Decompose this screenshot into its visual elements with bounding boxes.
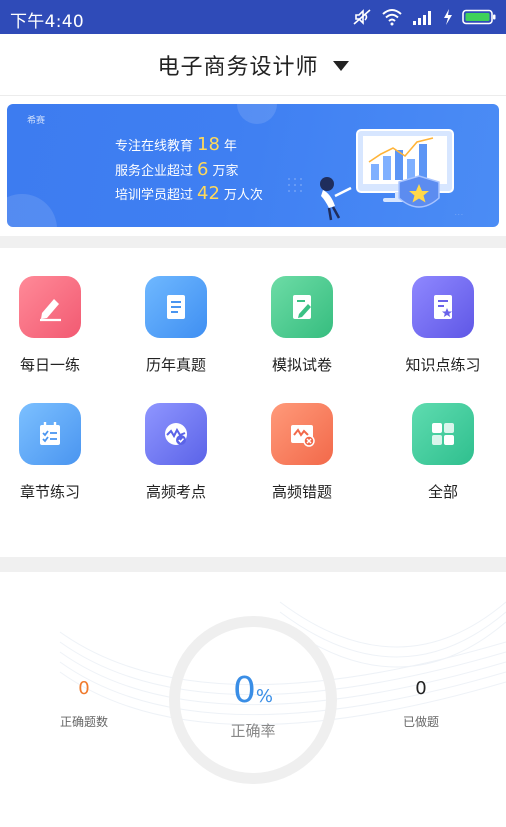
banner-illustration: · · ·	[288, 129, 463, 221]
section-divider	[0, 557, 506, 572]
menu-item-mock-exam[interactable]: 模拟试卷	[242, 250, 362, 374]
banner-line-2-prefix: 服务企业超过	[115, 164, 194, 179]
menu-item-label: 章节练习	[19, 483, 80, 501]
menu-item-label: 高频考点	[145, 483, 206, 501]
battery-icon	[462, 9, 496, 25]
menu-item-past-exams[interactable]: 历年真题	[116, 250, 236, 374]
banner-line-1-number: 18	[197, 134, 220, 155]
banner-line-1-prefix: 专注在线教育	[115, 139, 194, 154]
grid-icon[interactable]	[412, 403, 474, 465]
menu-item-label: 全部	[427, 483, 458, 501]
status-time: 下午4:40	[10, 12, 84, 32]
menu-item-label: 高频错题	[271, 483, 332, 501]
page-title[interactable]: 电子商务设计师	[157, 49, 318, 81]
banner-line-1: 专注在线教育 18 年	[115, 134, 237, 155]
accuracy-unit: %	[255, 686, 273, 707]
signal-icon	[412, 9, 434, 25]
promo-banner[interactable]: 希赛 专注在线教育18年 服务企业超过6万家 培训学员超过42万人次	[7, 104, 499, 227]
banner-brand: 希赛	[27, 116, 46, 126]
done-count-label: 已做题	[402, 715, 439, 729]
status-icons	[352, 8, 496, 26]
star-note-icon[interactable]	[412, 276, 474, 338]
banner-line-3: 培训学员超过 42 万人次	[115, 183, 263, 204]
subject-selector[interactable]: 电子商务设计师	[0, 49, 506, 81]
practice-menu: 每日一练 历年真题 模拟试卷 知识点练习 章节练习 高频考点 高频错题 全部	[0, 250, 506, 550]
banner-line-3-prefix: 培训学员超过	[115, 188, 194, 203]
wave-error-icon[interactable]	[271, 403, 333, 465]
banner-line-2: 服务企业超过 6 万家	[115, 159, 238, 180]
banner-line-3-suffix: 万人次	[223, 188, 263, 203]
banner-line-2-suffix: 万家	[212, 164, 239, 179]
wifi-icon	[381, 8, 403, 26]
menu-item-label: 模拟试卷	[271, 356, 332, 374]
menu-item-frequent-errors[interactable]: 高频错题	[242, 377, 362, 501]
mute-icon	[352, 8, 372, 26]
menu-item-frequent-points[interactable]: 高频考点	[116, 377, 236, 501]
menu-item-daily-practice[interactable]: 每日一练	[0, 250, 110, 374]
accuracy-number: 0	[232, 670, 256, 711]
pencil-icon[interactable]	[19, 276, 81, 338]
menu-item-chapter-practice[interactable]: 章节练习	[0, 377, 110, 501]
menu-item-label: 每日一练	[19, 356, 80, 374]
stats-panel: 0 正确题数 0% 正确率 0 已做题	[0, 572, 506, 827]
banner-line-3-number: 42	[197, 183, 220, 204]
wave-check-icon[interactable]	[145, 403, 207, 465]
done-count-block: 0 已做题	[361, 678, 481, 730]
charging-icon	[443, 9, 453, 25]
done-count-value: 0	[415, 678, 427, 699]
edit-paper-icon[interactable]	[271, 276, 333, 338]
menu-item-all[interactable]: 全部	[383, 377, 503, 501]
banner-line-2-number: 6	[197, 159, 209, 180]
banner-line-1-suffix: 年	[223, 139, 237, 154]
banner-decoration	[7, 194, 57, 227]
menu-item-knowledge-practice[interactable]: 知识点练习	[383, 250, 503, 374]
status-bar: 下午4:40	[0, 0, 506, 34]
menu-item-label: 历年真题	[145, 356, 206, 374]
section-divider	[0, 236, 506, 248]
document-icon[interactable]	[145, 276, 207, 338]
checklist-icon[interactable]	[19, 403, 81, 465]
page-header: 电子商务设计师	[0, 34, 506, 96]
menu-item-label: 知识点练习	[405, 356, 481, 374]
svg-text:· · ·: · · ·	[455, 212, 463, 218]
caret-down-icon[interactable]	[332, 61, 349, 71]
